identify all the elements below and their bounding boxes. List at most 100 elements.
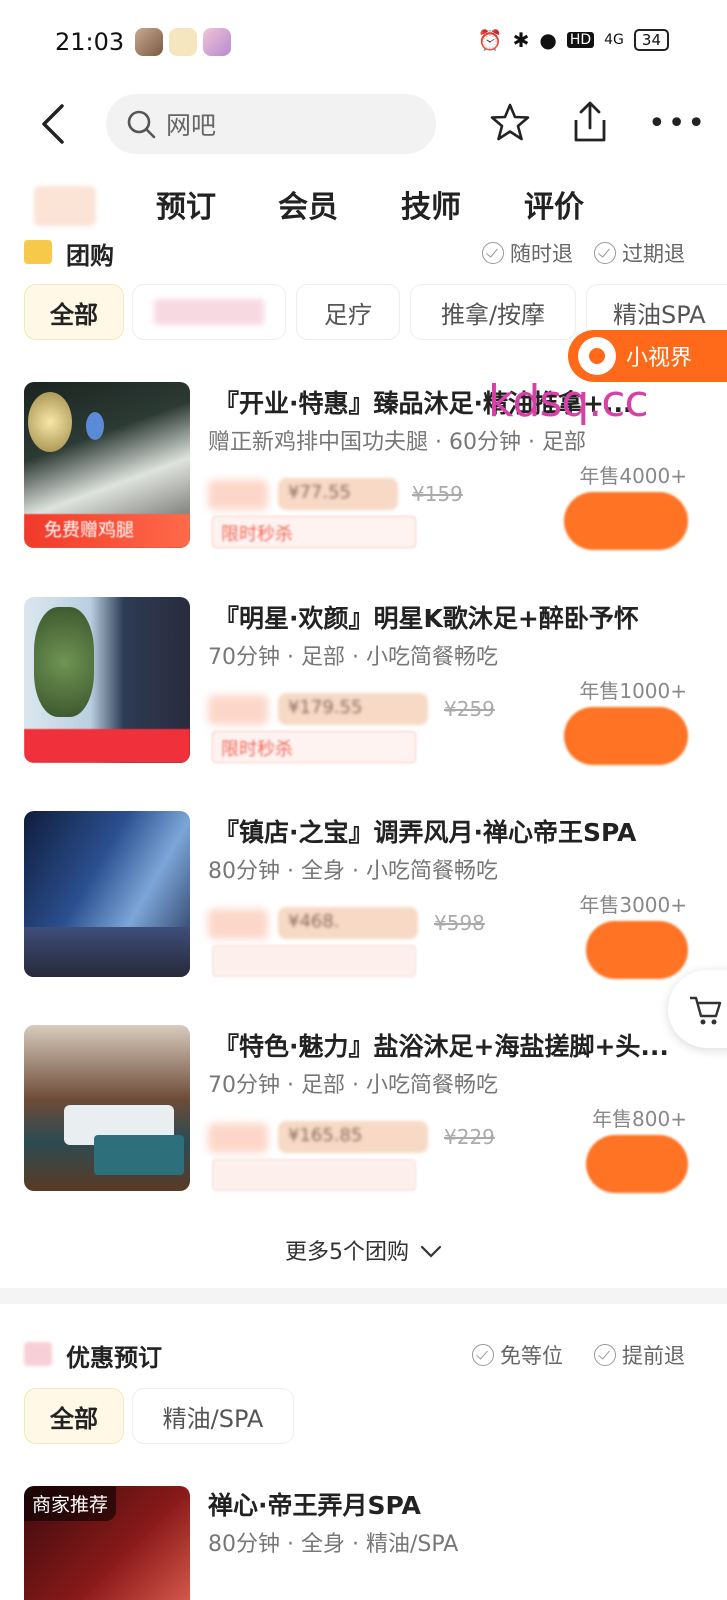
deal-subtitle: 80分钟 · 全身 · 小吃简餐畅吃: [208, 859, 498, 884]
filter-blurred[interactable]: [132, 284, 286, 340]
deal-original-price: ¥259: [444, 697, 495, 721]
booking-item-subtitle: 80分钟 · 全身 · 精油/SPA: [208, 1532, 459, 1557]
guarantee-label: 免等位: [500, 1344, 563, 1368]
price-discount-badge: ¥468.: [278, 907, 418, 939]
deal-sales: 年售1000+: [579, 679, 687, 703]
booking-title: 优惠预订: [66, 1344, 162, 1372]
play-icon: [578, 337, 616, 375]
deal-title: 『明星·欢颜』明星K歌沐足+醉卧予怀: [214, 604, 639, 633]
deal-card[interactable]: 『明星·欢颜』明星K歌沐足+醉卧予怀 70分钟 · 足部 · 小吃简餐畅吃 年售…: [0, 597, 727, 767]
deal-image: [24, 597, 190, 763]
notification-icons: [135, 28, 231, 56]
blurred-label: [154, 299, 264, 325]
booking-icon: [24, 1342, 52, 1366]
deal-limit-badge: [212, 945, 416, 977]
guarantee-label: 过期退: [622, 242, 685, 266]
booking-filter-spa[interactable]: 精油/SPA: [132, 1388, 294, 1444]
price-hint: ¥77.55: [288, 482, 351, 503]
buy-button[interactable]: [586, 1135, 688, 1193]
deal-subtitle: 赠正新鸡排中国功夫腿 · 60分钟 · 足部: [208, 430, 586, 455]
more-icon[interactable]: •••: [648, 106, 707, 141]
check-circle-icon: [472, 1344, 494, 1366]
app-notification-icon: [203, 28, 231, 56]
price-blurred: [208, 480, 268, 510]
guarantee-expired-refund: 过期退: [594, 238, 685, 268]
watermark-text: kdsq.cc: [488, 376, 649, 427]
check-circle-icon: [594, 1344, 616, 1366]
deal-sales: 年售800+: [592, 1107, 687, 1131]
hd-icon: HD: [566, 32, 595, 48]
deal-card[interactable]: 『镇店·之宝』调弄风月·禅心帝王SPA 80分钟 · 全身 · 小吃简餐畅吃 年…: [0, 811, 727, 981]
check-circle-icon: [482, 242, 504, 264]
guarantee-anytime-refund: 随时退: [482, 238, 573, 268]
search-icon: [127, 110, 156, 139]
deal-image: [24, 811, 190, 977]
booking-header: 优惠预订 免等位 提前退: [0, 1336, 727, 1380]
group-buy-title: 团购: [66, 242, 114, 270]
deal-subtitle: 70分钟 · 足部 · 小吃简餐畅吃: [208, 1073, 498, 1098]
booking-item[interactable]: 商家推荐 禅心·帝王弄月SPA 80分钟 · 全身 · 精油/SPA: [0, 1484, 727, 1600]
price-blurred: [208, 1123, 268, 1153]
status-bar: 21:03 ⏰ ✱ ● HD 4G 34: [0, 0, 727, 88]
price-discount-badge: ¥179.55: [278, 693, 428, 725]
guarantee-early-refund: 提前退: [594, 1340, 685, 1370]
alarm-icon: ⏰: [477, 28, 503, 52]
deal-card[interactable]: 『特色·魅力』盐浴沐足+海盐搓脚+头... 70分钟 · 足部 · 小吃简餐畅吃…: [0, 1025, 727, 1195]
back-icon[interactable]: [36, 102, 76, 146]
mini-view-label: 小视界: [626, 346, 693, 371]
deal-image-tag: 免费赠鸡腿: [24, 514, 190, 548]
filter-foot-therapy[interactable]: 足疗: [296, 284, 400, 340]
group-buy-icon: [24, 240, 52, 264]
price-blurred: [208, 909, 268, 939]
deal-image-tag: [24, 729, 190, 763]
deal-limit-badge: 限时秒杀: [212, 516, 416, 548]
location-icon: ●: [539, 28, 557, 52]
favorite-star-icon[interactable]: [490, 102, 530, 142]
buy-button[interactable]: [586, 921, 688, 979]
deal-limit-badge: [212, 1159, 416, 1191]
booking-filter-all[interactable]: 全部: [24, 1388, 124, 1444]
signal-icon: 4G: [604, 32, 624, 48]
merchant-recommend-badge: 商家推荐: [24, 1486, 117, 1521]
store-logo: [34, 186, 96, 226]
section-divider: [0, 1288, 727, 1304]
filter-massage[interactable]: 推拿/按摩: [410, 284, 576, 340]
search-input[interactable]: 网吧: [106, 94, 436, 154]
top-nav: 网吧 •••: [0, 88, 727, 160]
guarantee-no-wait: 免等位: [472, 1340, 563, 1370]
tab-technician[interactable]: 技师: [401, 182, 461, 226]
cart-icon: [690, 996, 722, 1025]
filter-all[interactable]: 全部: [24, 284, 124, 340]
share-icon[interactable]: [570, 100, 610, 144]
deal-subtitle: 70分钟 · 足部 · 小吃简餐畅吃: [208, 645, 498, 670]
search-placeholder: 网吧: [166, 111, 217, 140]
more-group-buy-link[interactable]: 更多5个团购: [0, 1234, 727, 1266]
limit-label: 限时秒杀: [221, 739, 293, 760]
bluetooth-icon: ✱: [512, 28, 530, 52]
price-hint: ¥179.55: [288, 697, 363, 718]
app-notification-icon: [169, 28, 197, 56]
deal-limit-badge: 限时秒杀: [212, 731, 416, 763]
price-hint: ¥165.85: [288, 1125, 363, 1146]
buy-button[interactable]: [564, 492, 688, 550]
deal-original-price: ¥229: [444, 1125, 495, 1149]
deal-title: 『镇店·之宝』调弄风月·禅心帝王SPA: [214, 818, 637, 847]
booking-item-title: 禅心·帝王弄月SPA: [208, 1491, 421, 1520]
deal-sales: 年售4000+: [579, 464, 687, 488]
deal-original-price: ¥159: [412, 482, 463, 506]
app-notification-icon: [135, 28, 163, 56]
tab-reviews[interactable]: 评价: [524, 182, 584, 226]
mini-view-button[interactable]: 小视界: [568, 330, 727, 382]
tab-booking[interactable]: 预订: [156, 182, 216, 226]
buy-button[interactable]: [564, 707, 688, 765]
booking-filters: 全部 精油/SPA: [0, 1388, 727, 1444]
more-link-label: 更多5个团购: [285, 1240, 409, 1265]
deal-image: [24, 1025, 190, 1191]
price-hint: ¥468.: [288, 911, 340, 932]
deal-price: ¥77.55: [208, 478, 508, 512]
group-buy-header: 团购 随时退 过期退: [0, 234, 727, 278]
tab-member[interactable]: 会员: [278, 182, 338, 226]
limit-label: 限时秒杀: [221, 524, 293, 545]
price-blurred: [208, 695, 268, 725]
chevron-down-icon: [420, 1245, 442, 1258]
